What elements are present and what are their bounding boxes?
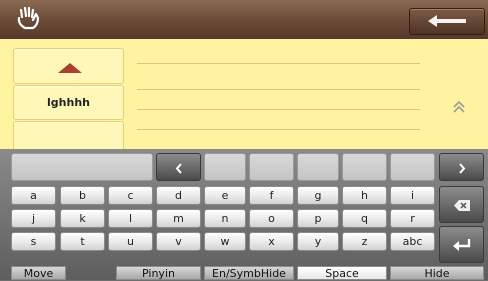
key-c[interactable]: c xyxy=(108,186,153,205)
left-arrow-icon xyxy=(428,15,466,27)
key-g[interactable]: g xyxy=(297,186,339,205)
divider xyxy=(137,63,420,64)
blank-key xyxy=(342,153,387,181)
space-button[interactable]: Space xyxy=(297,266,387,280)
title-bar xyxy=(0,0,488,39)
key-y[interactable]: y xyxy=(297,232,339,251)
blank-key xyxy=(204,153,246,181)
divider xyxy=(137,89,420,90)
move-button[interactable]: Move xyxy=(11,266,66,280)
key-f[interactable]: f xyxy=(249,186,294,205)
input-display xyxy=(11,153,153,181)
key-j[interactable]: j xyxy=(11,209,56,228)
cursor-left-button[interactable] xyxy=(156,153,201,181)
key-o[interactable]: o xyxy=(249,209,294,228)
blank-key xyxy=(390,153,435,181)
back-button[interactable] xyxy=(409,8,485,35)
key-h[interactable]: h xyxy=(342,186,387,205)
enter-icon xyxy=(453,239,471,251)
key-i[interactable]: i xyxy=(390,186,435,205)
en-symb-hide-button[interactable]: En/SymbHide xyxy=(204,266,294,280)
key-p[interactable]: p xyxy=(297,209,339,228)
blank-key xyxy=(249,153,294,181)
key-k[interactable]: k xyxy=(60,209,105,228)
key-n[interactable]: n xyxy=(204,209,246,228)
pinyin-button[interactable]: Pinyin xyxy=(116,266,201,280)
key-q[interactable]: q xyxy=(342,209,387,228)
key-r[interactable]: r xyxy=(390,209,435,228)
divider xyxy=(137,109,420,110)
chevron-right-icon xyxy=(459,163,466,174)
key-u[interactable]: u xyxy=(108,232,153,251)
key-m[interactable]: m xyxy=(156,209,201,228)
double-chevron-up-icon[interactable] xyxy=(452,99,466,115)
backspace-button[interactable] xyxy=(439,186,484,223)
enter-button[interactable] xyxy=(439,226,484,263)
key-z[interactable]: z xyxy=(342,232,387,251)
key-b[interactable]: b xyxy=(60,186,105,205)
key-d[interactable]: d xyxy=(156,186,201,205)
key-t[interactable]: t xyxy=(60,232,105,251)
key-e[interactable]: e xyxy=(204,186,246,205)
chevron-left-icon xyxy=(175,163,182,174)
key-s[interactable]: s xyxy=(11,232,56,251)
key-v[interactable]: v xyxy=(156,232,201,251)
key-a[interactable]: a xyxy=(11,186,56,205)
hand-icon[interactable] xyxy=(15,6,45,32)
key-l[interactable]: l xyxy=(108,209,153,228)
key-abc[interactable]: abc xyxy=(390,232,435,251)
backspace-icon xyxy=(454,200,470,211)
candidate-panel: lghhhh xyxy=(0,39,488,153)
candidate-word[interactable]: lghhhh xyxy=(13,85,124,120)
blank-key xyxy=(297,153,339,181)
triangle-up-icon xyxy=(58,63,82,73)
cursor-right-button[interactable] xyxy=(439,153,484,181)
page-up-button[interactable] xyxy=(13,48,124,84)
key-w[interactable]: w xyxy=(204,232,246,251)
key-x[interactable]: x xyxy=(249,232,294,251)
divider xyxy=(137,129,420,130)
hide-button[interactable]: Hide xyxy=(390,266,484,280)
